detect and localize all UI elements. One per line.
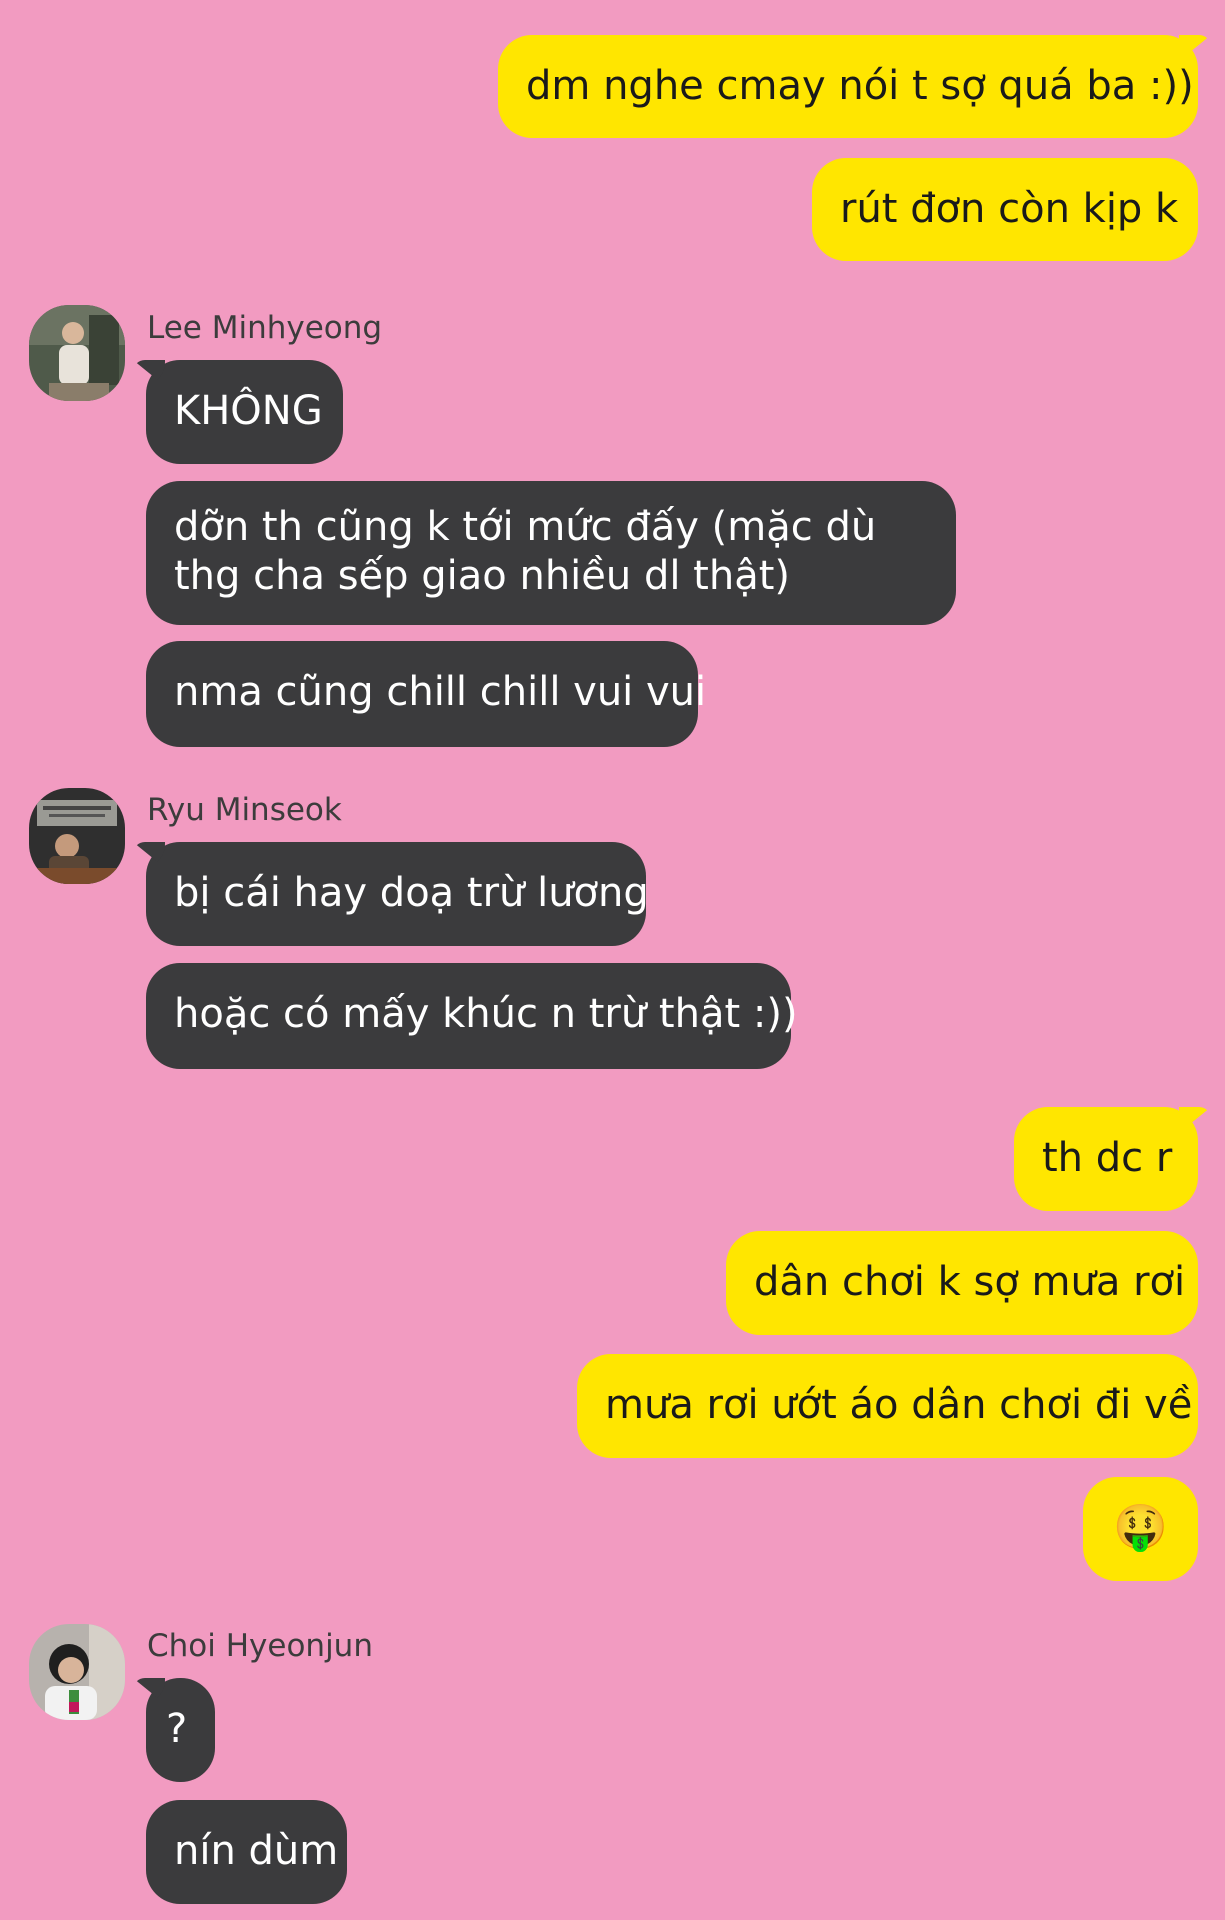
message-bubble-incoming[interactable]: ? [133, 1678, 215, 1782]
message-bubble-incoming[interactable]: nma cũng chill chill vui vui [146, 641, 706, 747]
bubble-tail [1179, 1107, 1211, 1133]
bubble-tail [133, 360, 165, 386]
money-mouth-face-emoji-icon: 🤑 [1113, 1502, 1168, 1553]
message-text: bị cái hay doạ trừ lương [174, 870, 649, 916]
message-text: hoặc có mấy khúc n trừ thật :)) [174, 991, 798, 1037]
sender-name: Lee Minhyeong [147, 310, 383, 346]
message-bubble-outgoing[interactable]: mưa rơi ướt áo dân chơi đi về [577, 1354, 1198, 1458]
message-text: dỡn th cũng k tới mức đấy (mặc dù thg ch… [174, 504, 877, 599]
message-bubble-outgoing[interactable]: rút đơn còn kịp k [812, 158, 1198, 261]
message-text: ? [166, 1706, 188, 1752]
message-bubble-outgoing[interactable]: dm nghe cmay nói t sợ quá ba :)) [498, 35, 1211, 138]
message-bubble-incoming[interactable]: dỡn th cũng k tới mức đấy (mặc dù thg ch… [146, 481, 956, 625]
message-text: KHÔNG [174, 388, 323, 434]
message-bubble-outgoing[interactable]: th dc r [1014, 1107, 1211, 1211]
message-bubble-outgoing[interactable]: 🤑 [1083, 1477, 1198, 1581]
message-text: rút đơn còn kịp k [840, 186, 1179, 232]
message-text: dân chơi k sợ mưa rơi [754, 1259, 1186, 1305]
message-bubble-incoming[interactable]: nín dùm [146, 1800, 347, 1904]
avatar-ryu-minseok[interactable] [29, 788, 125, 884]
avatar-choi-hyeonjun[interactable] [29, 1624, 125, 1720]
message-text: nín dùm [174, 1828, 339, 1874]
message-bubble-incoming[interactable]: bị cái hay doạ trừ lương [133, 842, 649, 946]
message-bubble-outgoing[interactable]: dân chơi k sợ mưa rơi [726, 1231, 1198, 1335]
sender-name: Ryu Minseok [147, 792, 342, 828]
avatar-lee-minhyeong[interactable] [29, 305, 125, 401]
message-text: th dc r [1042, 1135, 1173, 1181]
message-text: mưa rơi ướt áo dân chơi đi về [605, 1382, 1193, 1428]
bubble-tail [1179, 35, 1211, 61]
message-text: dm nghe cmay nói t sợ quá ba :)) [526, 63, 1194, 109]
sender-name: Choi Hyeonjun [147, 1628, 373, 1664]
bubble-tail [133, 842, 165, 868]
message-bubble-incoming[interactable]: hoặc có mấy khúc n trừ thật :)) [146, 963, 798, 1069]
bubble-tail [133, 1678, 165, 1704]
message-bubble-incoming[interactable]: KHÔNG [133, 360, 343, 464]
message-text: nma cũng chill chill vui vui [174, 669, 707, 715]
